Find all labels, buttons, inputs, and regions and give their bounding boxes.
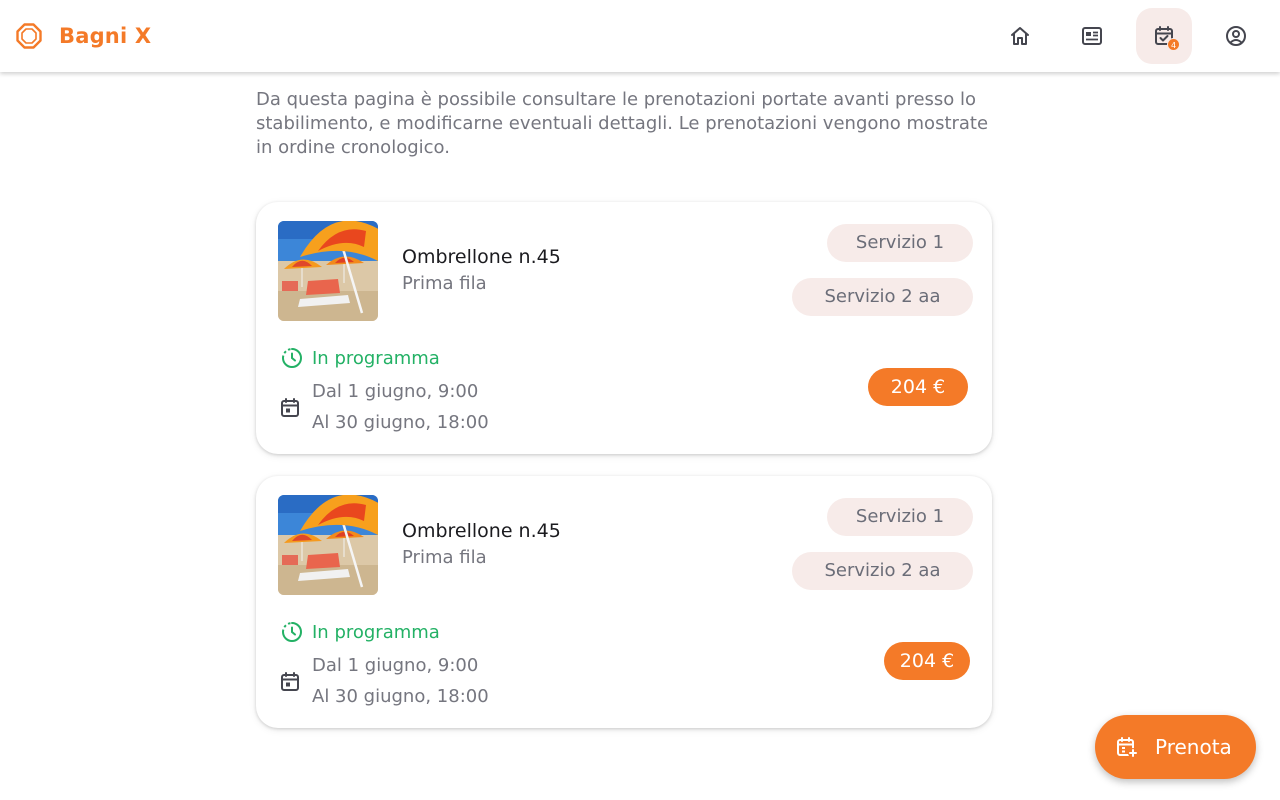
umbrella-photo	[278, 221, 378, 321]
notification-badge: 4	[1167, 38, 1180, 51]
newspaper-icon	[1080, 24, 1104, 48]
date-to: Al 30 giugno, 18:00	[312, 412, 489, 433]
status-label: In programma	[312, 621, 440, 643]
schedule-icon	[280, 346, 304, 370]
status-label: In programma	[312, 347, 440, 369]
booking-title: Ombrellone n.45	[402, 246, 561, 268]
umbrella-photo	[278, 495, 378, 595]
schedule-icon	[280, 620, 304, 644]
calendar-icon	[278, 670, 302, 694]
booking-subtitle: Prima fila	[402, 273, 487, 294]
service-chip[interactable]: Servizio 1	[827, 498, 973, 536]
app-title: Bagni X	[59, 24, 152, 48]
booking-card[interactable]: Ombrellone n.45 Prima fila Servizio 1 Se…	[256, 476, 992, 728]
date-from: Dal 1 giugno, 9:00	[312, 381, 479, 402]
date-to: Al 30 giugno, 18:00	[312, 686, 489, 707]
date-from: Dal 1 giugno, 9:00	[312, 655, 479, 676]
booking-title: Ombrellone n.45	[402, 520, 561, 542]
calendar-icon	[278, 396, 302, 420]
nav-bookings[interactable]: 4	[1136, 8, 1192, 64]
account-circle-icon	[1224, 24, 1248, 48]
top-app-bar: Bagni X 4	[0, 0, 1280, 72]
service-chip[interactable]: Servizio 2 aa	[792, 278, 973, 316]
home-icon	[1008, 24, 1032, 48]
book-fab-button[interactable]: Prenota	[1095, 715, 1256, 779]
service-chip[interactable]: Servizio 2 aa	[792, 552, 973, 590]
intro-text: Da questa pagina è possibile consultare …	[256, 89, 989, 158]
nav-account[interactable]	[1208, 8, 1264, 64]
price-badge: 204 €	[868, 368, 968, 406]
service-chip[interactable]: Servizio 1	[827, 224, 973, 262]
booking-status: In programma	[280, 346, 440, 370]
nav-news[interactable]	[1064, 8, 1120, 64]
calendar-add-icon	[1115, 735, 1139, 759]
booking-subtitle: Prima fila	[402, 547, 487, 568]
nav-home[interactable]	[992, 8, 1048, 64]
fab-label: Prenota	[1155, 735, 1232, 759]
price-badge: 204 €	[884, 642, 970, 680]
booking-card[interactable]: Ombrellone n.45 Prima fila Servizio 1 Se…	[256, 202, 992, 454]
booking-status: In programma	[280, 620, 440, 644]
brand[interactable]: Bagni X	[16, 22, 151, 50]
octagon-logo-icon	[16, 23, 42, 49]
